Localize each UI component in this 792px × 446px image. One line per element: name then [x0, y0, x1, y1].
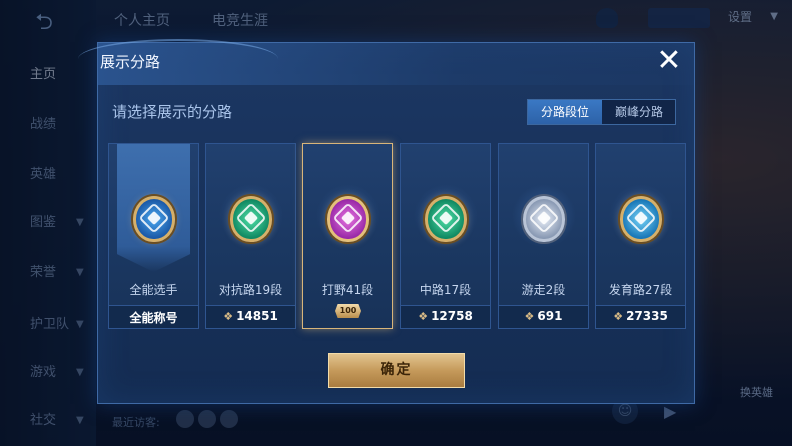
all-round-emblem-icon — [133, 196, 175, 242]
rank-plate: 100 — [335, 304, 361, 318]
lane-card[interactable]: 游走2段 ❖ 691 — [498, 143, 589, 329]
lane-score-value: 27335 — [626, 309, 668, 323]
lane-card[interactable]: 发育路27段 ❖ 27335 — [595, 143, 686, 329]
dialog-title: 展示分路 — [100, 53, 161, 71]
lane-card[interactable]: 打野41段 100 — [302, 143, 393, 329]
lane-footer-text: 全能称号 — [129, 311, 178, 325]
lane-card-label: 对抗路19段 — [218, 283, 283, 297]
lane-card-label: 发育路27段 — [608, 283, 673, 297]
lane-score: ❖ 14851 — [206, 309, 295, 323]
lane-card[interactable]: 对抗路19段 ❖ 14851 — [205, 143, 296, 329]
lane-score-value: 691 — [537, 309, 563, 323]
lane-card-footer: ❖ 14851 — [206, 305, 295, 328]
lane-score-value: 12758 — [431, 309, 473, 323]
jungle-emblem-icon — [327, 196, 369, 242]
lane-points-icon: ❖ — [613, 310, 624, 323]
lane-points-icon: ❖ — [223, 310, 234, 323]
display-lane-dialog: 展示分路 ✕ 请选择展示的分路 分路段位 巅峰分路 全能选手 全能称号 对抗路19段… — [78, 39, 695, 404]
lane-score-value: 14851 — [236, 309, 278, 323]
lane-card-footer: 全能称号 — [109, 305, 198, 328]
toggle-peak-lane[interactable]: 巅峰分路 — [602, 100, 676, 124]
lane-card-footer: ❖ 691 — [499, 305, 588, 328]
lane-card-label: 游走2段 — [521, 283, 566, 297]
lane-points-icon: ❖ — [524, 310, 535, 323]
lane-score: ❖ 27335 — [596, 309, 685, 323]
lane-card-label: 全能选手 — [129, 283, 178, 297]
lane-card[interactable]: 中路17段 ❖ 12758 — [400, 143, 491, 329]
mid-lane-emblem-icon — [425, 196, 467, 242]
lane-card-label: 中路17段 — [419, 283, 472, 297]
lane-score: ❖ 691 — [499, 309, 588, 323]
lane-card[interactable]: 全能选手 全能称号 — [108, 143, 199, 329]
lane-mode-toggle: 分路段位 巅峰分路 — [527, 99, 676, 125]
dialog-header: 展示分路 ✕ — [78, 39, 694, 85]
lane-score: 全能称号 — [109, 309, 198, 326]
lane-card-footer: ❖ 12758 — [401, 305, 490, 328]
confirm-button[interactable]: 确定 — [328, 353, 465, 388]
lane-points-icon: ❖ — [418, 310, 429, 323]
clash-lane-emblem-icon — [230, 196, 272, 242]
lane-score: ❖ 12758 — [401, 309, 490, 323]
roam-emblem-icon — [523, 196, 565, 242]
lane-card-footer: ❖ 27335 — [596, 305, 685, 328]
close-button[interactable]: ✕ — [651, 46, 687, 76]
dialog-subtitle: 请选择展示的分路 — [112, 103, 233, 121]
lane-card-label: 打野41段 — [321, 283, 374, 297]
toggle-lane-rank[interactable]: 分路段位 — [528, 100, 602, 124]
farm-lane-emblem-icon — [620, 196, 662, 242]
